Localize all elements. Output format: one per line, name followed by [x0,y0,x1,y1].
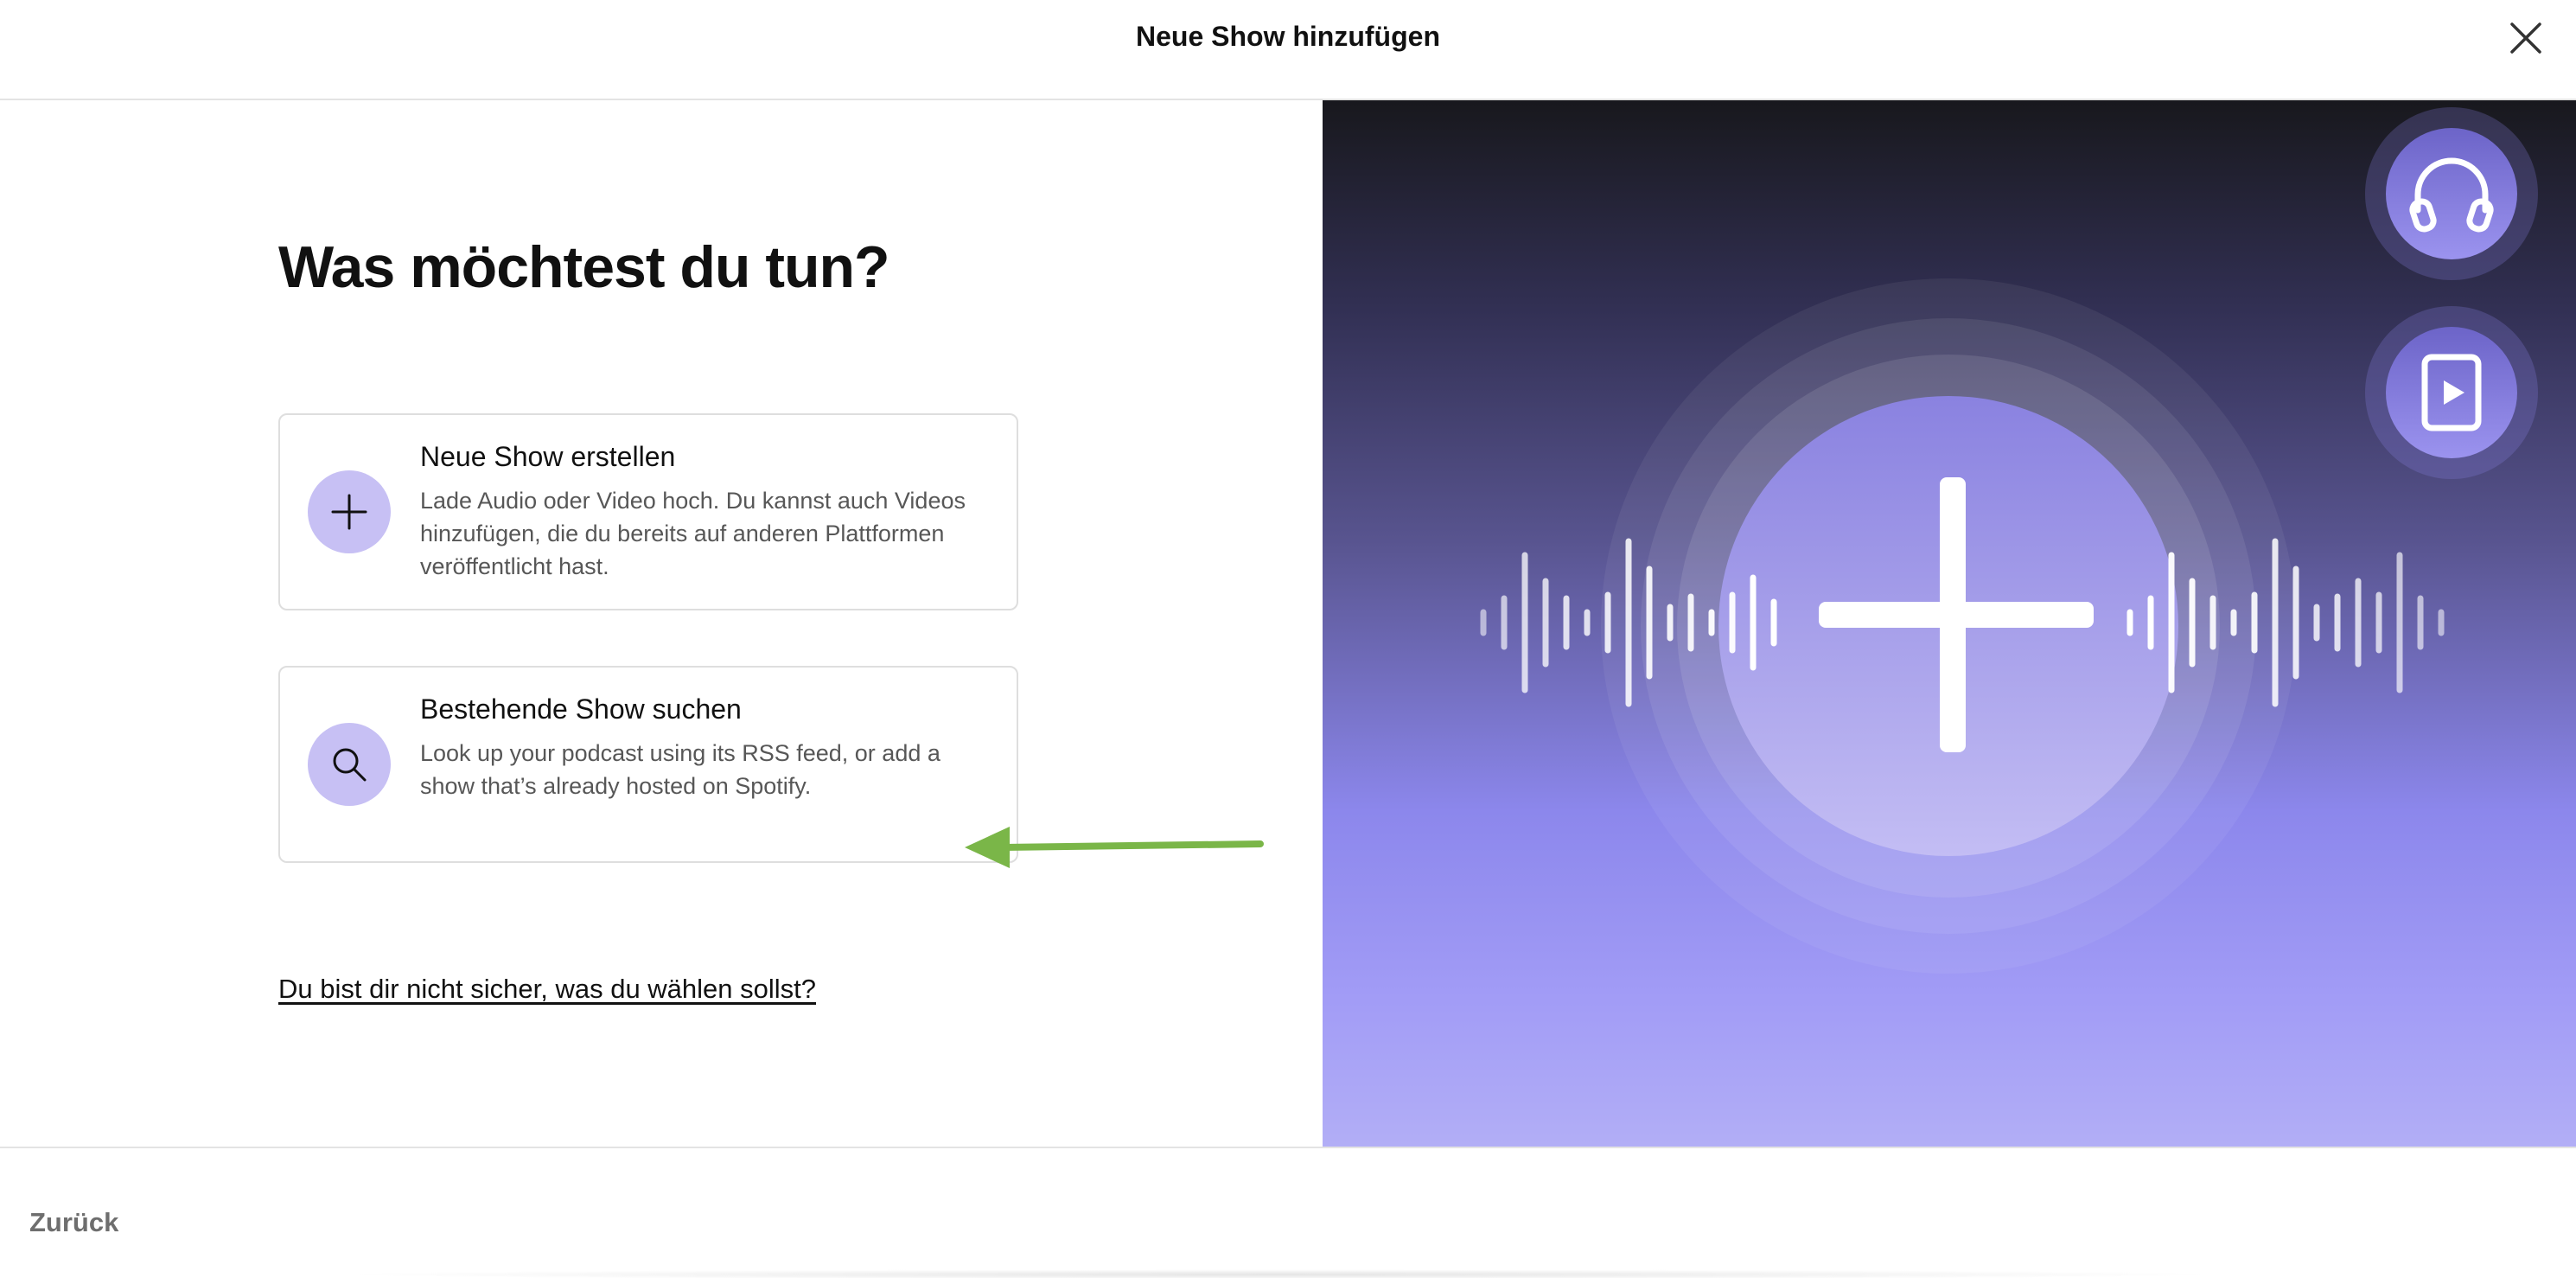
illustration-panel [1323,100,2576,1147]
headphones-badge [2365,107,2538,280]
podcast-illustration [1480,278,2445,974]
create-new-show-option[interactable]: Neue Show erstellen Lade Audio oder Vide… [278,413,1018,610]
option-title: Neue Show erstellen [420,441,676,472]
close-button[interactable] [2503,16,2548,61]
modal-footer: Zurück [0,1147,2576,1278]
headphones-icon [2409,157,2494,233]
option-description: Lade Audio oder Video hoch. Du kannst au… [420,488,966,579]
page-heading: Was möchtest du tun? [278,234,890,300]
options-panel: Was möchtest du tun? Neue Show erstellen… [0,100,1323,1147]
plus-icon-badge [308,470,391,553]
plus-icon [331,494,367,530]
video-badge [2365,306,2538,479]
video-play-icon [2421,354,2482,431]
modal-header: Neue Show hinzufügen [0,0,2576,100]
option-title: Bestehende Show suchen [420,693,742,725]
search-icon-badge [308,723,391,806]
find-existing-show-option[interactable]: Bestehende Show suchen Look up your podc… [278,666,1018,863]
help-link[interactable]: Du bist dir nicht sicher, was du wählen … [278,974,816,1005]
footer-shadow [328,1269,2230,1278]
green-arrow-icon [965,827,1264,868]
search-icon [333,748,367,782]
modal-title: Neue Show hinzufügen [1136,21,1440,52]
back-button[interactable]: Zurück [29,1207,118,1238]
close-icon [2510,22,2541,54]
option-description: Look up your podcast using its RSS feed,… [420,740,940,799]
